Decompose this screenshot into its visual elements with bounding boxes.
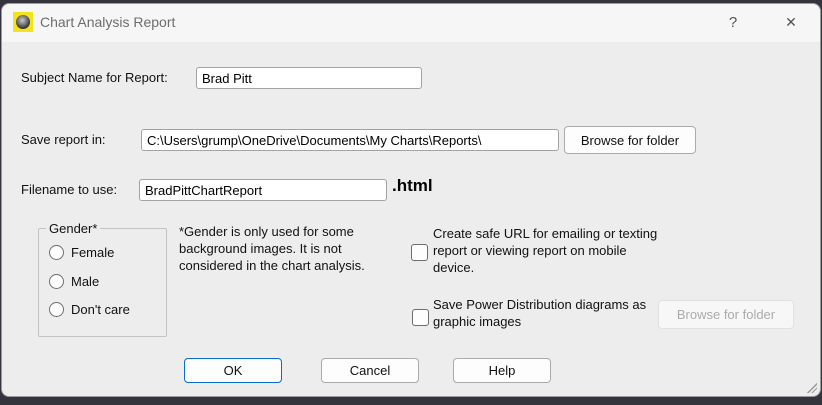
radio-icon[interactable] bbox=[49, 274, 64, 289]
radio-label: Female bbox=[71, 245, 114, 260]
chart-analysis-report-dialog: Chart Analysis Report ? ✕ Subject Name f… bbox=[1, 3, 821, 397]
filename-extension: .html bbox=[392, 176, 433, 196]
filename-input[interactable] bbox=[139, 179, 387, 201]
gender-groupbox: Gender* Female Male Don't care bbox=[38, 228, 167, 337]
radio-icon[interactable] bbox=[49, 245, 64, 260]
subject-name-label: Subject Name for Report: bbox=[21, 70, 168, 85]
window-title: Chart Analysis Report bbox=[40, 14, 175, 30]
filename-label: Filename to use: bbox=[21, 182, 117, 197]
radio-label: Don't care bbox=[71, 302, 130, 317]
browse-for-folder-button[interactable]: Browse for folder bbox=[564, 126, 696, 154]
gender-legend: Gender* bbox=[46, 221, 100, 236]
app-icon bbox=[13, 12, 33, 32]
save-diagrams-checkbox-label[interactable]: Save Power Distribution diagrams as grap… bbox=[433, 296, 665, 330]
resize-grip-icon[interactable] bbox=[807, 383, 817, 393]
save-in-label: Save report in: bbox=[21, 132, 106, 147]
radio-option-dont-care[interactable]: Don't care bbox=[49, 302, 130, 317]
titlebar[interactable]: Chart Analysis Report ? ✕ bbox=[2, 4, 820, 42]
ok-button[interactable]: OK bbox=[184, 358, 282, 383]
cancel-button[interactable]: Cancel bbox=[321, 358, 419, 383]
radio-icon[interactable] bbox=[49, 302, 64, 317]
safe-url-checkbox-label[interactable]: Create safe URL for emailing or texting … bbox=[433, 225, 659, 276]
browse-for-folder-button-disabled: Browse for folder bbox=[658, 300, 794, 329]
close-icon[interactable]: ✕ bbox=[775, 8, 807, 36]
titlebar-help-icon[interactable]: ? bbox=[717, 8, 749, 36]
safe-url-checkbox[interactable] bbox=[411, 244, 428, 261]
help-button[interactable]: Help bbox=[453, 358, 551, 383]
radio-option-female[interactable]: Female bbox=[49, 245, 114, 260]
gender-note: *Gender is only used for some background… bbox=[179, 223, 384, 274]
subject-name-input[interactable] bbox=[196, 67, 422, 89]
save-diagrams-checkbox[interactable] bbox=[412, 309, 429, 326]
save-in-input[interactable] bbox=[141, 129, 559, 151]
radio-label: Male bbox=[71, 274, 99, 289]
radio-option-male[interactable]: Male bbox=[49, 274, 99, 289]
